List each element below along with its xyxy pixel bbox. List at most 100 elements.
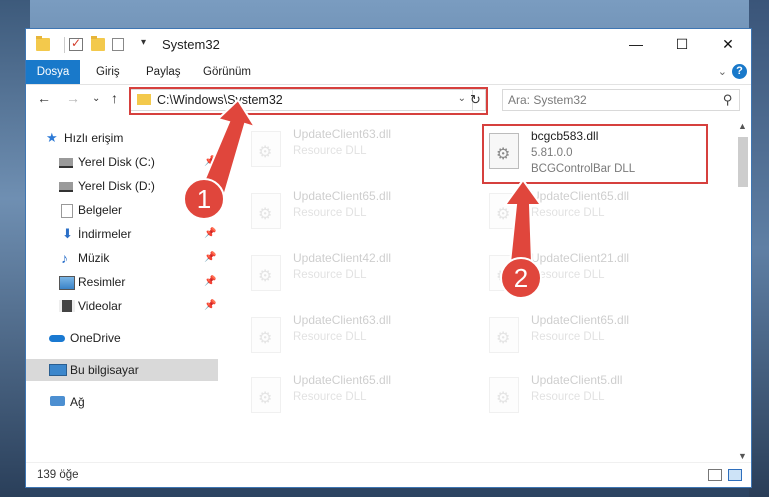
cloud-icon [49,335,65,342]
file-name: UpdateClient65.dll [293,373,392,387]
file-type: Resource DLL [293,391,367,403]
expand-ribbon-icon[interactable]: ⌄ [718,65,727,78]
tab-gorunum[interactable]: Görünüm [203,60,251,84]
sidebar-item-label: Videolar [78,299,122,313]
minimize-button[interactable]: — [613,29,659,60]
pictures-icon [59,276,75,290]
sidebar-item-label: Hızlı erişim [64,131,124,145]
file-name: UpdateClient21.dll [531,251,630,265]
details-view-icon[interactable] [708,469,722,481]
file-type: Resource DLL [531,269,605,281]
search-input[interactable]: Ara: System32 [508,93,587,107]
file-tile[interactable]: UpdateClient65.dll Resource DLL [485,187,695,237]
music-icon: ♪ [61,250,68,266]
step-marker-1: 1 [183,178,225,220]
new-folder-icon[interactable] [91,36,105,51]
file-tile[interactable]: UpdateClient65.dll Resource DLL [485,311,695,361]
step-marker-2: 2 [500,257,542,299]
file-name: UpdateClient63.dll [293,313,392,327]
sidebar-item-downloads[interactable]: ⬇ İndirmeler 📌 [26,223,218,245]
drive-icon [59,158,73,168]
scroll-up-icon[interactable]: ▲ [738,121,747,131]
vertical-scrollbar[interactable]: ▲ ▼ [736,121,750,461]
sidebar-item-label: Yerel Disk (D:) [78,179,155,193]
file-type: Resource DLL [531,331,605,343]
maximize-button[interactable]: ☐ [659,29,705,60]
customize-icon[interactable] [112,38,124,51]
file-type: Resource DLL [293,269,367,281]
file-tile[interactable]: UpdateClient65.dll Resource DLL [247,187,457,237]
file-name: UpdateClient42.dll [293,251,392,265]
desktop-background-right [749,0,769,497]
sidebar-item-local-disk-c[interactable]: Yerel Disk (C:) 📌 [26,151,218,173]
sidebar-item-pictures[interactable]: Resimler 📌 [26,271,218,293]
dll-file-icon [251,193,281,229]
computer-icon [49,364,67,376]
recent-locations-icon[interactable]: ⌄ [92,93,100,104]
file-type: Resource DLL [293,145,367,157]
scroll-down-icon[interactable]: ▼ [738,451,747,461]
videos-icon [59,300,75,312]
sidebar-item-music[interactable]: ♪ Müzik 📌 [26,247,218,269]
file-name: UpdateClient65.dll [531,189,630,203]
dll-file-icon [251,317,281,353]
help-icon[interactable]: ? [732,64,747,79]
scroll-thumb[interactable] [738,137,748,187]
dll-file-icon [489,317,519,353]
sidebar-item-videos[interactable]: Videolar 📌 [26,295,218,317]
file-highlight-box [482,124,708,184]
dll-file-icon [251,377,281,413]
navigation-pane: ★ Hızlı erişim Yerel Disk (C:) 📌 Yerel D… [26,121,218,461]
network-icon [50,396,65,406]
quick-access-dropdown-icon[interactable]: ▾ [141,37,146,48]
search-box[interactable]: Ara: System32 ⚲ [502,89,740,111]
pin-icon[interactable]: 📌 [204,223,216,245]
sidebar-item-quick-access[interactable]: ★ Hızlı erişim [26,127,218,149]
sidebar-item-label: Belgeler [78,203,123,217]
pin-icon[interactable]: 📌 [204,151,216,173]
sidebar-item-onedrive[interactable]: OneDrive [26,327,218,349]
file-tile[interactable]: UpdateClient65.dll Resource DLL [247,371,457,421]
up-arrow-icon[interactable]: ↑ [111,90,118,106]
forward-arrow-icon[interactable]: → [66,90,80,106]
documents-icon [61,204,73,218]
item-count: 139 öğe [37,469,79,481]
file-type: Resource DLL [531,207,605,219]
tiles-view-icon[interactable] [728,469,742,481]
file-tile[interactable]: UpdateClient42.dll Resource DLL [247,249,457,299]
file-tile[interactable]: UpdateClient63.dll Resource DLL [247,125,457,175]
file-tile[interactable]: UpdateClient63.dll Resource DLL [247,311,457,361]
drive-icon [59,182,73,192]
file-name: UpdateClient5.dll [531,373,623,387]
file-tile[interactable]: UpdateClient5.dll Resource DLL [485,371,695,421]
sidebar-item-label: OneDrive [70,331,121,345]
title-bar: ▾ System32 — ☐ ✕ [26,29,751,60]
file-type: Resource DLL [293,207,367,219]
star-icon: ★ [46,130,58,145]
tab-paylas[interactable]: Paylaş [146,60,181,84]
sidebar-item-label: İndirmeler [78,227,132,241]
properties-icon[interactable] [69,36,83,51]
tab-dosya[interactable]: Dosya [26,60,80,84]
address-highlight-box [129,87,488,115]
sidebar-item-network[interactable]: Ağ [26,391,218,413]
dll-file-icon [489,377,519,413]
close-button[interactable]: ✕ [705,29,751,60]
dll-file-icon [251,131,281,167]
file-name: UpdateClient63.dll [293,127,392,141]
pin-icon[interactable]: 📌 [204,295,216,317]
file-name: UpdateClient65.dll [531,313,630,327]
sidebar-item-label: Resimler [78,275,126,289]
dll-file-icon [251,255,281,291]
ribbon-tabs: Dosya Giriş Paylaş Görünüm ⌄ ? [26,60,751,85]
dll-file-icon [489,193,519,229]
file-name: UpdateClient65.dll [293,189,392,203]
back-arrow-icon[interactable]: ← [37,90,51,106]
sidebar-item-this-pc[interactable]: Bu bilgisayar [26,359,218,381]
pin-icon[interactable]: 📌 [204,271,216,293]
search-icon[interactable]: ⚲ [723,92,733,108]
status-bar: 139 öğe [26,462,751,489]
file-type: Resource DLL [293,331,367,343]
tab-giris[interactable]: Giriş [96,60,120,84]
pin-icon[interactable]: 📌 [204,247,216,269]
